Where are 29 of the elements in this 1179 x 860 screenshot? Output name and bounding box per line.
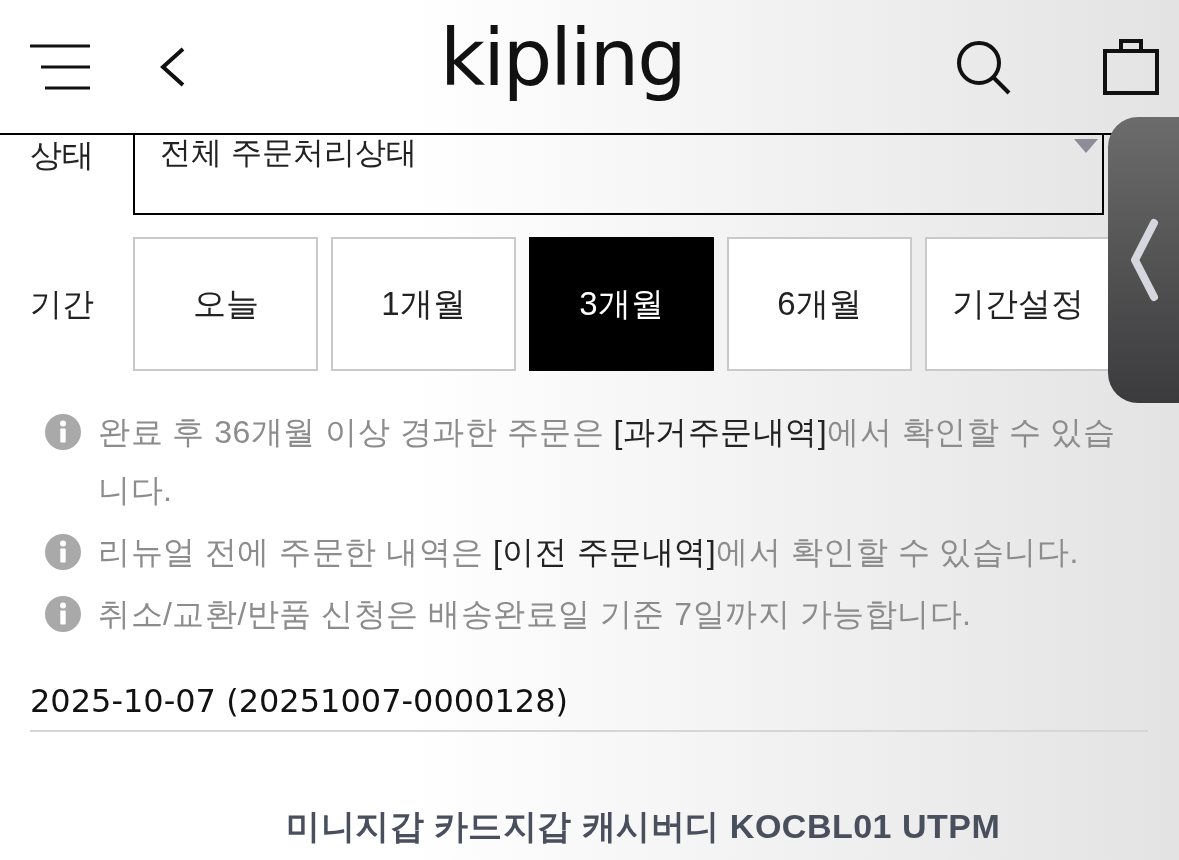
status-dropdown[interactable]: 전체 주문처리상태 <box>133 135 1104 215</box>
order-history-link[interactable]: [과거주문내역] <box>613 414 828 450</box>
period-option[interactable]: 6개월 <box>727 237 912 371</box>
period-label: 기간 <box>30 286 95 322</box>
dropdown-caret-icon <box>1074 139 1098 153</box>
search-button[interactable] <box>955 38 1011 95</box>
period-option[interactable]: 오늘 <box>133 237 318 371</box>
order-date-number: 2025-10-07 (20251007-0000128) <box>30 682 569 720</box>
notice-text: 리뉴얼 전에 주문한 내역은 [이전 주문내역]에서 확인할 수 있습니다. <box>98 533 1080 572</box>
info-icon <box>45 596 81 632</box>
notice-text: 취소/교환/반품 신청은 배송완료일 기준 7일까지 가능합니다. <box>98 595 973 634</box>
period-option[interactable]: 1개월 <box>331 237 516 371</box>
menu-button[interactable] <box>29 43 91 90</box>
chevron-left-icon <box>1129 218 1159 302</box>
info-icon <box>45 414 81 450</box>
period-option[interactable]: 기간설정 <box>925 237 1110 371</box>
shopping-bag-icon <box>1102 38 1160 95</box>
period-option[interactable]: 3개월 <box>529 237 714 371</box>
menu-icon <box>29 43 91 90</box>
back-button[interactable] <box>160 46 186 87</box>
product-name: 미니지갑 카드지갑 캐시버디 KOCBL01 UTPM <box>286 807 1001 845</box>
search-icon <box>955 38 1011 95</box>
side-drawer-tab[interactable] <box>1108 117 1179 403</box>
cart-button[interactable] <box>1102 38 1160 95</box>
status-label: 상태 <box>30 136 95 173</box>
info-icon <box>45 534 81 570</box>
notice-text: 완료 후 36개월 이상 경과한 주문은 [과거주문내역]에서 확인할 수 있습니다. <box>98 413 1117 510</box>
order-history-link[interactable]: [이전 주문내역] <box>493 534 717 570</box>
back-chevron-icon <box>160 46 186 87</box>
